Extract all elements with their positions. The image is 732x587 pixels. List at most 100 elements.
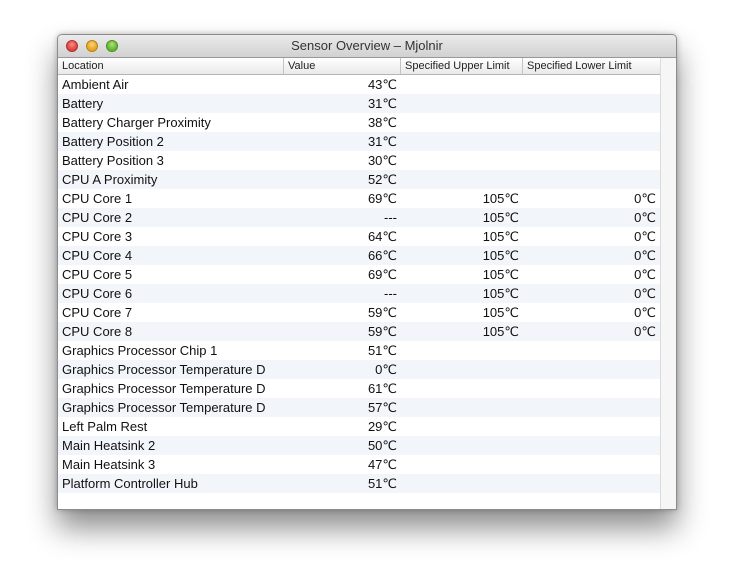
table-row[interactable]: Main Heatsink 3 47℃ <box>58 455 661 474</box>
sensor-location: CPU Core 4 <box>62 248 133 263</box>
sensor-value: 30℃ <box>367 153 397 168</box>
table-row[interactable]: Graphics Processor Temperature D 57℃ <box>58 398 661 417</box>
sensor-value: 29℃ <box>367 419 397 434</box>
sensor-value: 31℃ <box>367 134 397 149</box>
upper-limit: 105℃ <box>482 210 519 225</box>
sensor-location: CPU Core 3 <box>62 229 133 244</box>
upper-limit: 105℃ <box>482 305 519 320</box>
upper-limit <box>401 379 519 398</box>
upper-limit <box>401 417 519 436</box>
sensor-location: Battery <box>62 96 104 111</box>
lower-limit: 0℃ <box>634 305 656 320</box>
table-row[interactable]: CPU Core 4 66℃ 105℃ 0℃ <box>58 246 661 265</box>
table-row[interactable]: CPU Core 8 59℃ 105℃ 0℃ <box>58 322 661 341</box>
upper-limit: 105℃ <box>482 267 519 282</box>
column-header-location[interactable]: Location <box>58 58 284 74</box>
lower-limit: 0℃ <box>634 210 656 225</box>
sensor-location: Main Heatsink 2 <box>62 438 156 453</box>
table-row[interactable]: Left Palm Rest 29℃ <box>58 417 661 436</box>
sensor-value: 38℃ <box>367 115 397 130</box>
lower-limit <box>523 341 656 360</box>
upper-limit <box>401 474 519 493</box>
sensor-value: 43℃ <box>367 77 397 92</box>
sensor-value: --- <box>384 286 397 301</box>
table-row[interactable]: CPU A Proximity 52℃ <box>58 170 661 189</box>
upper-limit <box>401 132 519 151</box>
sensor-location: Battery Position 3 <box>62 153 164 168</box>
sensor-location: Battery Position 2 <box>62 134 164 149</box>
lower-limit <box>523 474 656 493</box>
lower-limit <box>523 94 656 113</box>
table-row[interactable]: CPU Core 1 69℃ 105℃ 0℃ <box>58 189 661 208</box>
sensor-location: Graphics Processor Temperature D <box>62 381 266 396</box>
sensor-location: Graphics Processor Temperature D <box>62 400 266 415</box>
sensor-location: Ambient Air <box>62 77 129 92</box>
table-row[interactable]: Main Heatsink 2 50℃ <box>58 436 661 455</box>
upper-limit <box>401 113 519 132</box>
sensor-value: 57℃ <box>367 400 397 415</box>
lower-limit <box>523 455 656 474</box>
upper-limit <box>401 151 519 170</box>
table-row[interactable]: CPU Core 6 --- 105℃ 0℃ <box>58 284 661 303</box>
lower-limit: 0℃ <box>634 267 656 282</box>
lower-limit <box>523 75 656 94</box>
sensor-location: CPU Core 6 <box>62 286 133 301</box>
table-row[interactable]: Battery Position 3 30℃ <box>58 151 661 170</box>
sensor-value: 59℃ <box>367 324 397 339</box>
title-bar[interactable]: Sensor Overview – Mjolnir <box>58 35 676 58</box>
upper-limit <box>401 94 519 113</box>
upper-limit: 105℃ <box>482 229 519 244</box>
sensor-value: 31℃ <box>367 96 397 111</box>
column-header-lower-limit[interactable]: Specified Lower Limit <box>523 58 661 74</box>
upper-limit <box>401 75 519 94</box>
table-row[interactable]: CPU Core 7 59℃ 105℃ 0℃ <box>58 303 661 322</box>
upper-limit: 105℃ <box>482 324 519 339</box>
sensor-value: 47℃ <box>367 457 397 472</box>
upper-limit <box>401 398 519 417</box>
lower-limit: 0℃ <box>634 286 656 301</box>
table-header: Location Value Specified Upper Limit Spe… <box>58 58 676 75</box>
window-title: Sensor Overview – Mjolnir <box>291 38 443 53</box>
table-row[interactable]: Ambient Air 43℃ <box>58 75 661 94</box>
sensor-value: 59℃ <box>367 305 397 320</box>
sensor-location: Platform Controller Hub <box>62 476 198 491</box>
lower-limit <box>523 151 656 170</box>
column-header-upper-limit[interactable]: Specified Upper Limit <box>401 58 523 74</box>
sensor-value: --- <box>384 210 397 225</box>
table-row[interactable]: CPU Core 3 64℃ 105℃ 0℃ <box>58 227 661 246</box>
table-row[interactable]: Graphics Processor Chip 1 51℃ <box>58 341 661 360</box>
sensor-location: Left Palm Rest <box>62 419 148 434</box>
lower-limit: 0℃ <box>634 191 656 206</box>
table-row[interactable]: Platform Controller Hub 51℃ <box>58 474 661 493</box>
table-row[interactable]: CPU Core 2 --- 105℃ 0℃ <box>58 208 661 227</box>
sensor-location: Battery Charger Proximity <box>62 115 211 130</box>
lower-limit <box>523 379 656 398</box>
table-row[interactable]: CPU Core 5 69℃ 105℃ 0℃ <box>58 265 661 284</box>
sensor-value: 51℃ <box>367 343 397 358</box>
table-row[interactable]: Graphics Processor Temperature D 0℃ <box>58 360 661 379</box>
sensor-value: 51℃ <box>367 476 397 491</box>
table-row[interactable]: Graphics Processor Temperature D 61℃ <box>58 379 661 398</box>
lower-limit <box>523 417 656 436</box>
sensor-location: Graphics Processor Chip 1 <box>62 343 218 358</box>
table-row[interactable]: Battery 31℃ <box>58 94 661 113</box>
lower-limit: 0℃ <box>634 248 656 263</box>
sensor-value: 52℃ <box>367 172 397 187</box>
sensor-value: 61℃ <box>367 381 397 396</box>
lower-limit <box>523 170 656 189</box>
table-row[interactable]: Battery Charger Proximity 38℃ <box>58 113 661 132</box>
column-header-value[interactable]: Value <box>284 58 401 74</box>
sensor-value: 64℃ <box>367 229 397 244</box>
sensor-location: Main Heatsink 3 <box>62 457 156 472</box>
sensor-location: CPU Core 1 <box>62 191 133 206</box>
lower-limit: 0℃ <box>634 324 656 339</box>
upper-limit <box>401 170 519 189</box>
upper-limit: 105℃ <box>482 191 519 206</box>
lower-limit <box>523 398 656 417</box>
upper-limit <box>401 360 519 379</box>
table-row[interactable]: Battery Position 2 31℃ <box>58 132 661 151</box>
sensor-location: CPU Core 2 <box>62 210 133 225</box>
sensor-overview-window: Sensor Overview – Mjolnir Location Value… <box>57 34 677 510</box>
sensor-location: CPU Core 7 <box>62 305 133 320</box>
vertical-scrollbar[interactable] <box>660 58 676 509</box>
